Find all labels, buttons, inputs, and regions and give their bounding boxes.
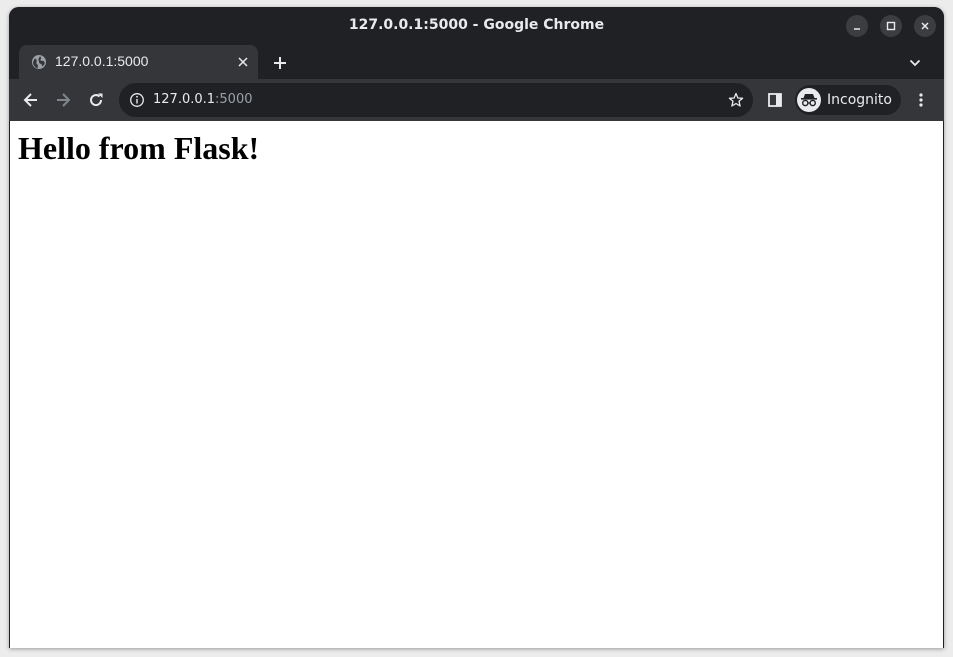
page-content: Hello from Flask!: [10, 121, 943, 648]
page-heading: Hello from Flask!: [18, 130, 260, 166]
toolbar: 127.0.0.1:5000 Incognito: [9, 79, 944, 121]
window-title: 127.0.0.1:5000 - Google Chrome: [348, 17, 605, 33]
tab-active[interactable]: 127.0.0.1:5000: [19, 45, 258, 79]
tab-strip: 127.0.0.1:5000: [9, 45, 944, 79]
maximize-icon: [886, 21, 896, 31]
close-window-button[interactable]: [914, 15, 936, 37]
incognito-profile-button[interactable]: Incognito: [795, 85, 901, 115]
forward-button[interactable]: [51, 88, 75, 112]
plus-icon: [274, 57, 286, 69]
address-bar[interactable]: 127.0.0.1:5000: [119, 83, 753, 117]
arrow-right-icon: [57, 93, 71, 107]
chevron-down-icon: [909, 59, 921, 67]
title-bar[interactable]: 127.0.0.1:5000 - Google Chrome: [9, 7, 944, 45]
minimize-icon: [854, 28, 860, 30]
globe-icon: [32, 55, 46, 69]
reload-icon: [90, 93, 103, 107]
incognito-glyph: [801, 94, 817, 107]
menu-button[interactable]: [909, 88, 933, 112]
minimize-button[interactable]: [846, 15, 868, 37]
info-icon[interactable]: [129, 92, 145, 108]
side-panel-icon: [768, 93, 782, 107]
browser-window: 127.0.0.1:5000 - Google Chrome 127.0.0.1…: [9, 7, 944, 648]
side-panel-button[interactable]: [763, 88, 787, 112]
tab-close-button[interactable]: [234, 53, 252, 71]
url-host: 127.0.0.1: [153, 92, 216, 107]
incognito-label: Incognito: [827, 92, 892, 108]
incognito-icon: [797, 88, 821, 112]
maximize-button[interactable]: [880, 15, 902, 37]
tab-title: 127.0.0.1:5000: [55, 53, 149, 69]
close-icon: [238, 57, 248, 67]
url-text[interactable]: 127.0.0.1:5000: [153, 92, 253, 107]
url-port: :5000: [215, 92, 253, 107]
bookmark-button[interactable]: [727, 91, 745, 109]
close-icon: [921, 22, 929, 30]
back-button[interactable]: [19, 88, 43, 112]
star-icon: [728, 92, 744, 107]
reload-button[interactable]: [84, 88, 108, 112]
kebab-menu-icon: [919, 93, 923, 107]
arrow-left-icon: [23, 93, 37, 107]
tab-search-button[interactable]: [903, 51, 927, 75]
new-tab-button[interactable]: [268, 51, 292, 75]
